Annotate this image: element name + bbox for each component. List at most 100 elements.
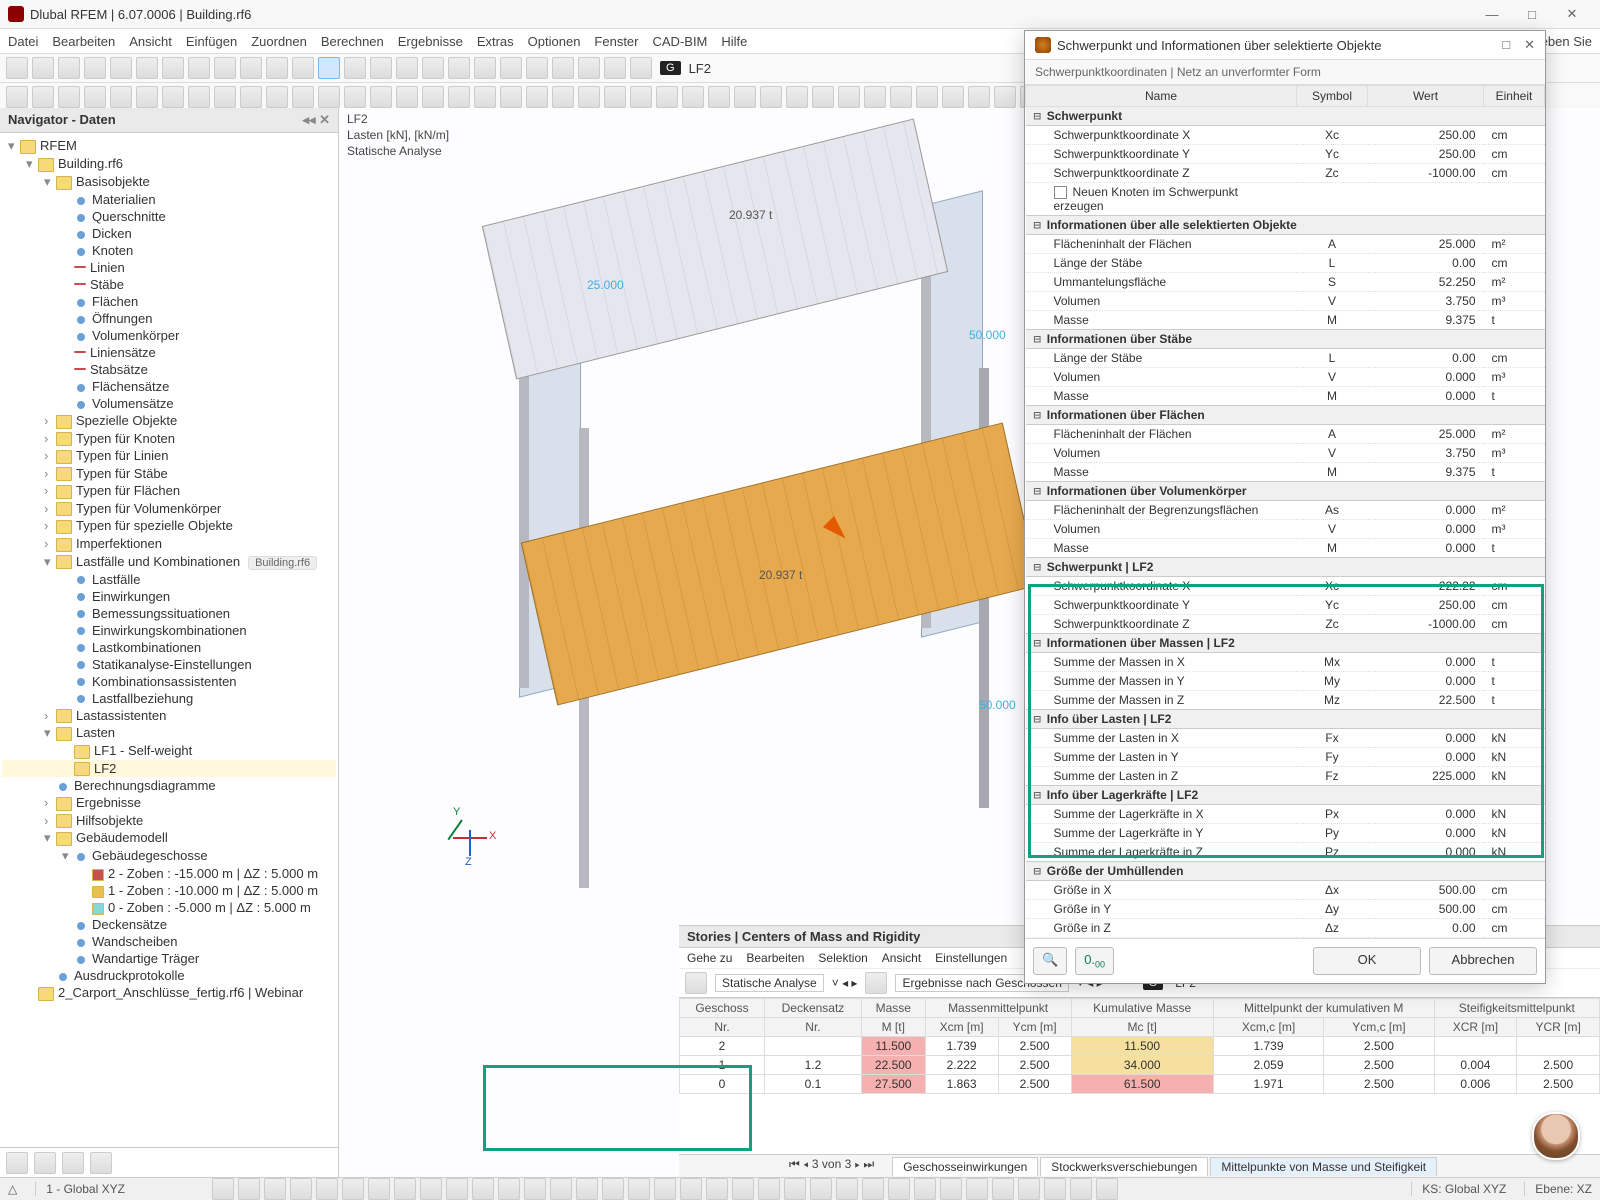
tree-node[interactable]: ▾Building.rf6 (2, 155, 336, 173)
toolbar-icon[interactable] (968, 86, 990, 108)
stories-table[interactable]: Geschoss Deckensatz Masse Massenmittelpu… (679, 998, 1600, 1094)
table-cell[interactable]: 1.863 (925, 1075, 998, 1094)
table-cell[interactable]: 2.500 (1324, 1075, 1434, 1094)
toolbar-icon[interactable] (656, 86, 678, 108)
status-icon[interactable] (524, 1178, 546, 1200)
toolbar-icon[interactable] (370, 86, 392, 108)
status-icon[interactable] (420, 1178, 442, 1200)
status-icon[interactable] (758, 1178, 780, 1200)
table-cell[interactable]: 2.059 (1213, 1056, 1323, 1075)
toolbar-icon[interactable] (188, 86, 210, 108)
table-cell[interactable]: 2.500 (998, 1037, 1071, 1056)
tab-mittel[interactable]: Mittelpunkte von Masse und Steifigkeit (1210, 1157, 1437, 1176)
status-icon[interactable] (498, 1178, 520, 1200)
toolbar-icon[interactable] (916, 86, 938, 108)
th[interactable]: Deckensatz (764, 999, 861, 1018)
tree-node[interactable]: 0 - Zoben : -5.000 m | ΔZ : 5.000 m (2, 899, 336, 916)
status-icon[interactable] (472, 1178, 494, 1200)
toolbar-icon[interactable] (58, 57, 80, 79)
th[interactable]: Massenmittelpunkt (925, 999, 1071, 1018)
status-icon[interactable] (1070, 1178, 1092, 1200)
menu-berechnen[interactable]: Berechnen (321, 34, 384, 49)
zoom-button[interactable]: 🔍 (1033, 947, 1067, 975)
tree-node[interactable]: Volumensätze (2, 395, 336, 412)
toolbar-icon[interactable] (214, 86, 236, 108)
navigator-tree[interactable]: ▾RFEM▾Building.rf6▾BasisobjekteMateriali… (0, 133, 338, 1147)
status-icon[interactable] (628, 1178, 650, 1200)
toolbar-icon[interactable] (318, 86, 340, 108)
menu-optionen[interactable]: Optionen (528, 34, 581, 49)
ok-button[interactable]: OK (1313, 947, 1421, 975)
menu-ergebnisse[interactable]: Ergebnisse (398, 34, 463, 49)
status-icon[interactable] (550, 1178, 572, 1200)
table-cell[interactable]: 22.500 (861, 1056, 925, 1075)
status-icon[interactable] (576, 1178, 598, 1200)
navigator-buttons[interactable]: ◂◂ ✕ (302, 112, 330, 128)
toolbar-icon[interactable] (422, 57, 444, 79)
th[interactable]: Steifigkeitsmittelpunkt (1434, 999, 1599, 1018)
nav-foot-icon[interactable] (90, 1152, 112, 1174)
toolbar-icon[interactable] (890, 86, 912, 108)
toolbar-icon[interactable] (6, 57, 28, 79)
status-icon[interactable] (784, 1178, 806, 1200)
status-icon[interactable] (732, 1178, 754, 1200)
tree-node[interactable]: Linien (2, 259, 336, 276)
status-icon[interactable] (810, 1178, 832, 1200)
tree-node[interactable]: Stabsätze (2, 361, 336, 378)
status-icon[interactable] (940, 1178, 962, 1200)
status-cs[interactable]: 1 - Global XYZ (35, 1182, 125, 1196)
max-button[interactable]: □ (1512, 7, 1552, 22)
toolbar-icon[interactable] (110, 57, 132, 79)
table-cell[interactable]: 0.1 (764, 1075, 861, 1094)
menu-extras[interactable]: Extras (477, 34, 514, 49)
toolbar-icon[interactable] (578, 57, 600, 79)
table-cell[interactable] (1434, 1037, 1517, 1056)
section-header[interactable]: ⊟Informationen über Stäbe (1026, 330, 1545, 349)
tree-node[interactable]: ›Typen für Stäbe (2, 465, 336, 483)
table-cell[interactable]: 1 (680, 1056, 765, 1075)
tree-node[interactable]: ›Typen für Volumenkörper (2, 500, 336, 518)
tab-geschoss[interactable]: Geschosseinwirkungen (892, 1157, 1038, 1176)
toolbar-icon[interactable] (630, 86, 652, 108)
tree-node[interactable]: ›Lastassistenten (2, 707, 336, 725)
tree-node[interactable]: 2_Carport_Anschlüsse_fertig.rf6 | Webina… (2, 984, 336, 1002)
tree-node[interactable]: Statikanalyse-Einstellungen (2, 656, 336, 673)
status-icon[interactable] (836, 1178, 858, 1200)
tree-node[interactable]: 1 - Zoben : -10.000 m | ΔZ : 5.000 m (2, 882, 336, 899)
status-icon[interactable] (992, 1178, 1014, 1200)
toolbar-icon[interactable] (994, 86, 1016, 108)
toolbar-icon[interactable] (32, 57, 54, 79)
status-icon[interactable] (914, 1178, 936, 1200)
toolbar-icon[interactable] (266, 57, 288, 79)
tree-node[interactable]: ›Hilfsobjekte (2, 812, 336, 830)
menu-fenster[interactable]: Fenster (594, 34, 638, 49)
nav-foot-icon[interactable] (34, 1152, 56, 1174)
table-row[interactable]: 211.5001.7392.50011.5001.7392.500 (680, 1037, 1600, 1056)
status-icon[interactable] (394, 1178, 416, 1200)
status-icon[interactable] (446, 1178, 468, 1200)
toolbar-icon[interactable] (786, 86, 808, 108)
menu-cadbim[interactable]: CAD-BIM (653, 34, 708, 49)
table-cell[interactable]: 1.2 (764, 1056, 861, 1075)
tree-node[interactable]: Lastfälle (2, 571, 336, 588)
toolbar-icon[interactable] (344, 57, 366, 79)
toolbar-icon[interactable] (240, 57, 262, 79)
menu-bearbeiten[interactable]: Bearbeiten (52, 34, 115, 49)
tree-node[interactable]: Lastkombinationen (2, 639, 336, 656)
th[interactable]: Nr. (764, 1018, 861, 1037)
toolbar-icon[interactable] (630, 57, 652, 79)
bp-menu-ansicht[interactable]: Ansicht (882, 951, 921, 965)
menu-datei[interactable]: Datei (8, 34, 38, 49)
status-icon[interactable] (1096, 1178, 1118, 1200)
toolbar-icon[interactable] (682, 86, 704, 108)
th[interactable]: Xcm [m] (925, 1018, 998, 1037)
dlg-max-icon[interactable]: □ (1502, 37, 1510, 53)
toolbar-icon[interactable] (370, 57, 392, 79)
toolbar-icon[interactable] (136, 86, 158, 108)
toolbar-icon[interactable] (448, 86, 470, 108)
th[interactable]: Ycm,c [m] (1324, 1018, 1434, 1037)
bp-menu-selektion[interactable]: Selektion (818, 951, 867, 965)
toolbar-icon[interactable] (838, 86, 860, 108)
tree-node[interactable]: Deckensätze (2, 916, 336, 933)
section-header[interactable]: ⊟Schwerpunkt (1026, 107, 1545, 126)
